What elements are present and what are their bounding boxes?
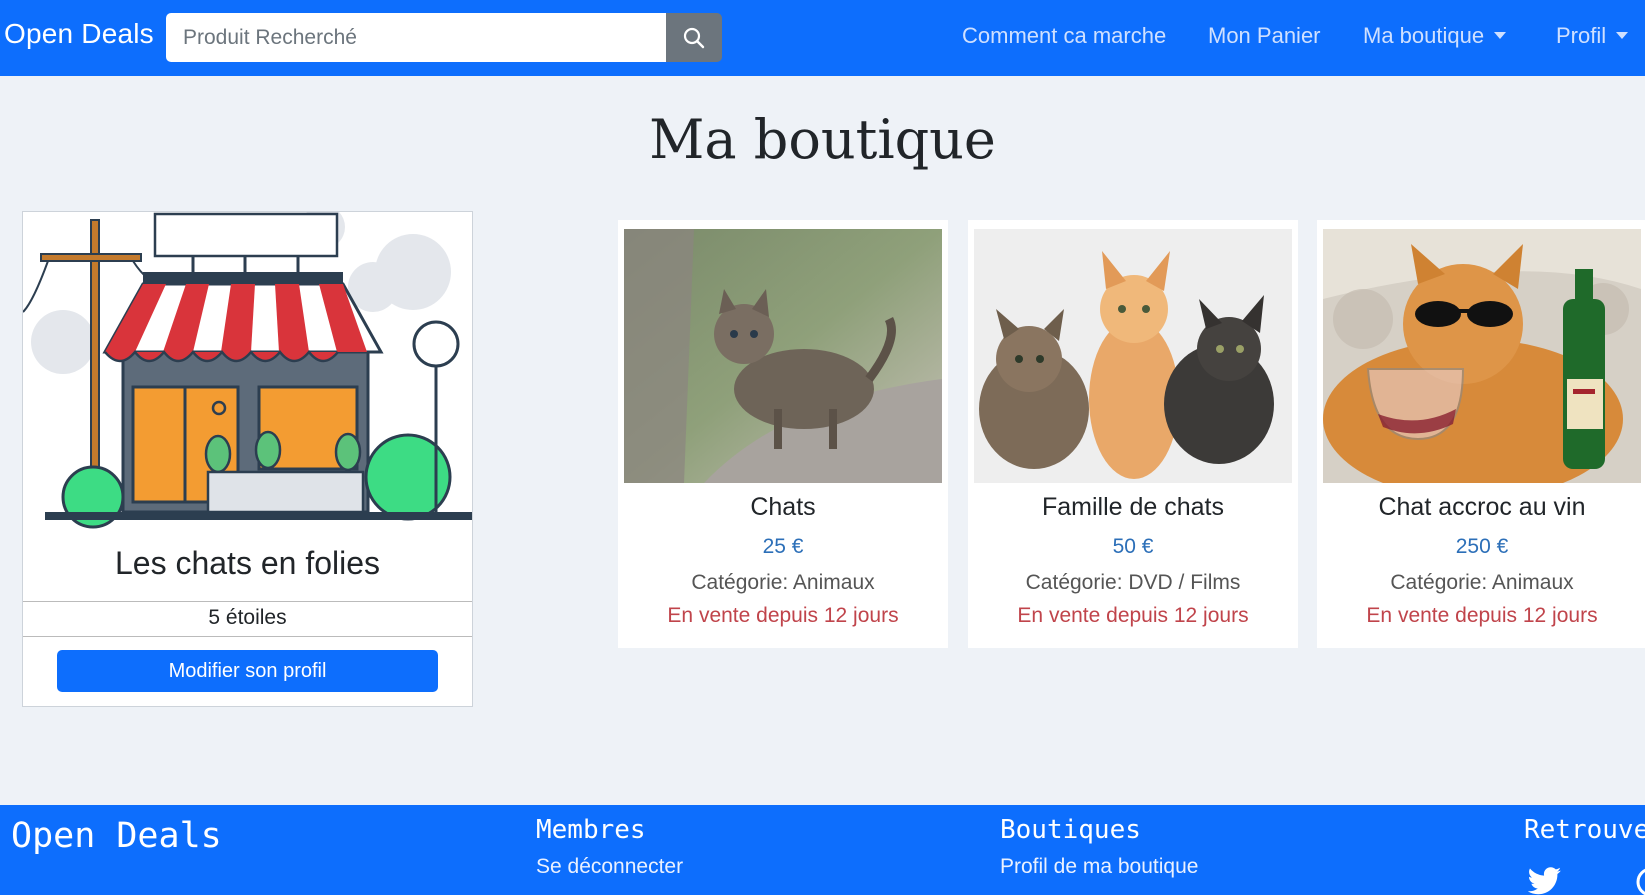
footer-shops-title: Boutiques: [1000, 815, 1141, 845]
product-category: Catégorie: Animaux: [691, 571, 875, 594]
divider: [23, 601, 472, 602]
nav-cart[interactable]: Mon Panier: [1208, 23, 1321, 49]
chevron-down-icon: [1616, 32, 1629, 40]
product-price: 250 €: [1455, 535, 1509, 558]
footer-members-title: Membres: [536, 815, 646, 845]
footer-brand: Open Deals: [11, 816, 222, 856]
product-card[interactable]: Chats 25 € Catégorie: Animaux En vente d…: [618, 220, 948, 648]
product-listed-since: En vente depuis 12 jours: [1017, 604, 1249, 627]
product-image[interactable]: [1323, 229, 1641, 483]
search-bar: [166, 13, 722, 62]
product-listed-since: En vente depuis 12 jours: [667, 604, 899, 627]
product-listed-since: En vente depuis 12 jours: [1366, 604, 1598, 627]
shop-profile-link[interactable]: Profil de ma boutique: [1000, 855, 1198, 879]
nav-profile-label: Profil: [1556, 23, 1607, 48]
product-name[interactable]: Chat accroc au vin: [1317, 493, 1645, 522]
product-image[interactable]: [624, 229, 942, 483]
social-icon[interactable]: [1636, 867, 1645, 895]
search-icon: [683, 27, 705, 48]
nav-my-shop[interactable]: Ma boutique: [1363, 23, 1507, 49]
edit-profile-button[interactable]: Modifier son profil: [57, 650, 438, 692]
logout-link[interactable]: Se déconnecter: [536, 855, 683, 879]
nav-my-shop-label: Ma boutique: [1363, 23, 1485, 48]
nav-profile[interactable]: Profil: [1556, 23, 1629, 49]
product-name[interactable]: Famille de chats: [968, 493, 1298, 522]
search-input[interactable]: [166, 13, 666, 62]
shop-card: Les chats en folies 5 étoiles Modifier s…: [22, 211, 473, 707]
shop-rating: 5 étoiles: [208, 606, 287, 629]
chevron-down-icon: [1494, 32, 1507, 40]
product-price: 25 €: [762, 535, 804, 558]
navbar: Open Deals Comment ca marche Mon Panier …: [0, 0, 1645, 76]
product-image[interactable]: [974, 229, 1292, 483]
shop-name: Les chats en folies: [114, 545, 381, 581]
shop-illustration: [23, 212, 472, 529]
product-card[interactable]: Famille de chats 50 € Catégorie: DVD / F…: [968, 220, 1298, 648]
product-category: Catégorie: DVD / Films: [1025, 571, 1241, 594]
product-price: 50 €: [1112, 535, 1154, 558]
brand-logo[interactable]: Open Deals: [4, 18, 154, 50]
product-name[interactable]: Chats: [618, 493, 948, 522]
product-card[interactable]: Chat accroc au vin 250 € Catégorie: Anim…: [1317, 220, 1645, 648]
twitter-icon[interactable]: [1528, 867, 1562, 895]
footer-find-us-title: Retrouvez-nous: [1524, 815, 1645, 845]
divider: [23, 636, 472, 637]
search-button[interactable]: [666, 13, 722, 62]
page-title: Ma boutique: [649, 108, 996, 171]
product-category: Catégorie: Animaux: [1390, 571, 1574, 594]
nav-how-it-works[interactable]: Comment ca marche: [962, 23, 1166, 49]
footer: Open Deals Membres Se déconnecter Boutiq…: [0, 805, 1645, 895]
